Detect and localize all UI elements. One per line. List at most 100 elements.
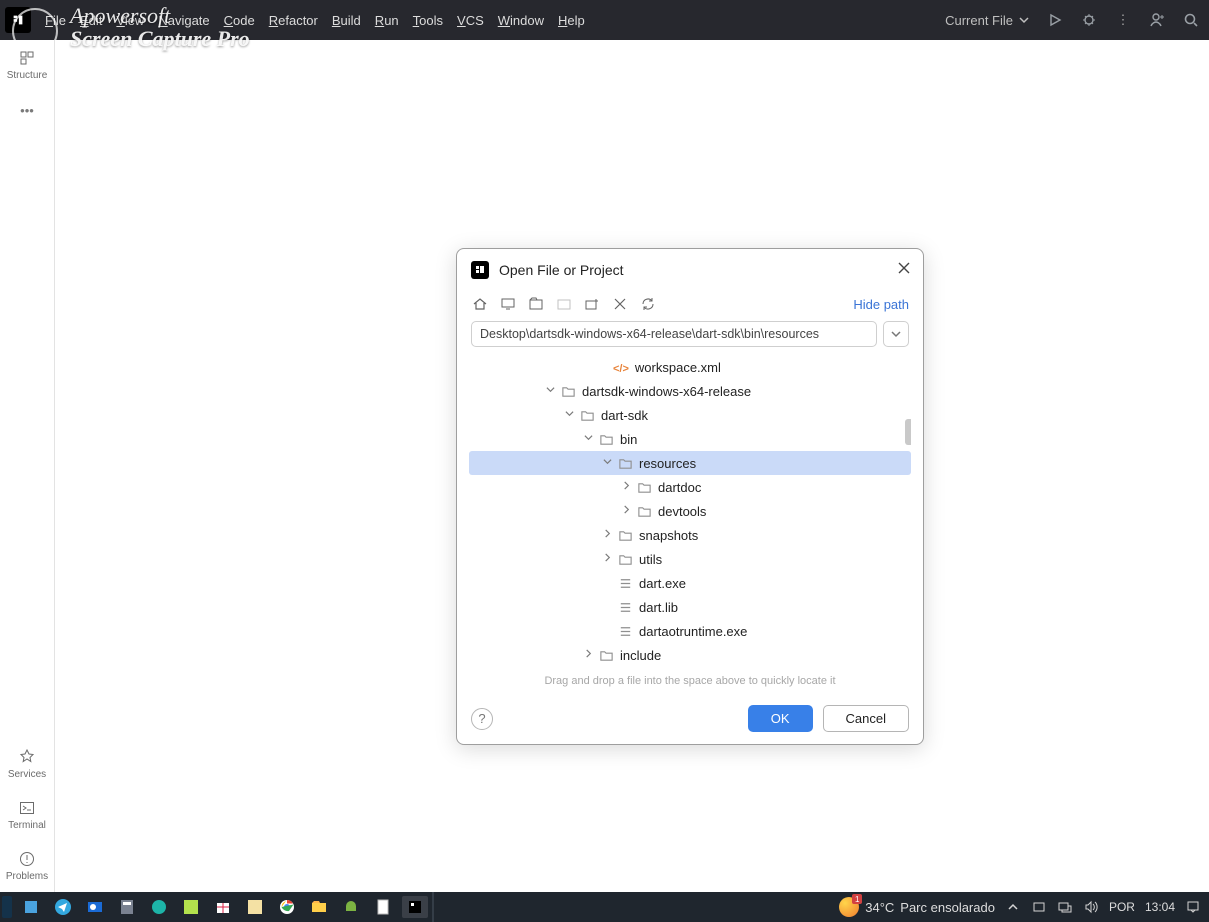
module-icon bbox=[555, 295, 573, 313]
tree-row-dart-lib[interactable]: dart.lib bbox=[469, 595, 911, 619]
project-icon[interactable] bbox=[527, 295, 545, 313]
menu-vcs[interactable]: VCS bbox=[457, 13, 484, 28]
taskbar-apps bbox=[0, 896, 428, 918]
menu-view[interactable]: View bbox=[116, 13, 144, 28]
file-tree[interactable]: </>workspace.xmldartsdk-windows-x64-rele… bbox=[469, 355, 911, 671]
tray-volume-icon[interactable] bbox=[1083, 899, 1099, 915]
tree-row-resources[interactable]: resources bbox=[469, 451, 911, 475]
taskbar-app-1[interactable] bbox=[18, 896, 44, 918]
tree-row-include[interactable]: include bbox=[469, 643, 911, 667]
search-icon[interactable] bbox=[1183, 12, 1199, 28]
tray-onedrive-icon[interactable] bbox=[1031, 899, 1047, 915]
tree-row-devtools[interactable]: devtools bbox=[469, 499, 911, 523]
taskbar-pycharm[interactable] bbox=[178, 896, 204, 918]
chevron-down-icon[interactable] bbox=[583, 433, 593, 445]
close-icon[interactable] bbox=[897, 261, 911, 278]
menu-run[interactable]: Run bbox=[375, 13, 399, 28]
tray-network-icon[interactable] bbox=[1057, 899, 1073, 915]
taskbar-android[interactable] bbox=[338, 896, 364, 918]
chevron-down-icon[interactable] bbox=[602, 457, 612, 469]
tray-lang[interactable]: POR bbox=[1109, 900, 1135, 914]
run-config-dropdown[interactable]: Current File bbox=[945, 13, 1029, 28]
cancel-button[interactable]: Cancel bbox=[823, 705, 909, 732]
structure-tool[interactable]: Structure bbox=[7, 40, 48, 91]
menu-navigate[interactable]: Navigate bbox=[158, 13, 209, 28]
taskbar-calc[interactable] bbox=[114, 896, 140, 918]
chevron-right-icon[interactable] bbox=[602, 529, 612, 541]
tree-row-dartsdk-windows-x64-release[interactable]: dartsdk-windows-x64-release bbox=[469, 379, 911, 403]
tree-row-dartdoc[interactable]: dartdoc bbox=[469, 475, 911, 499]
taskbar-explorer[interactable] bbox=[306, 896, 332, 918]
debug-icon[interactable] bbox=[1081, 12, 1097, 28]
taskbar-chrome[interactable] bbox=[274, 896, 300, 918]
app-tile-icon bbox=[5, 7, 31, 33]
menu-build[interactable]: Build bbox=[332, 13, 361, 28]
chevron-right-icon[interactable] bbox=[583, 649, 593, 661]
folder-icon bbox=[618, 552, 633, 567]
taskbar-intellij[interactable] bbox=[402, 896, 428, 918]
dialog-toolbar: Hide path bbox=[457, 291, 923, 321]
help-icon[interactable]: ? bbox=[471, 708, 493, 730]
delete-icon[interactable] bbox=[611, 295, 629, 313]
tree-row-dartaotruntime-exe[interactable]: dartaotruntime.exe bbox=[469, 619, 911, 643]
menu-help[interactable]: Help bbox=[558, 13, 585, 28]
weather-temp: 34°C bbox=[865, 900, 894, 915]
home-icon[interactable] bbox=[471, 295, 489, 313]
taskbar-edge[interactable] bbox=[146, 896, 172, 918]
path-input[interactable]: Desktop\dartsdk-windows-x64-release\dart… bbox=[471, 321, 877, 347]
start-button[interactable] bbox=[2, 896, 12, 918]
main-menu-bar: File Edit View Navigate Code Refactor Build Run… bbox=[0, 0, 1209, 40]
tree-row-workspace-xml[interactable]: </>workspace.xml bbox=[469, 355, 911, 379]
tray-expand-icon[interactable] bbox=[1005, 899, 1021, 915]
open-file-dialog: Open File or Project Hide path Desktop\d… bbox=[456, 248, 924, 745]
hide-path-link[interactable]: Hide path bbox=[853, 297, 909, 312]
services-tool[interactable]: Services bbox=[8, 739, 46, 790]
taskbar-tray: 1 34°C Parc ensolarado POR 13:04 bbox=[839, 897, 1209, 917]
chevron-right-icon[interactable] bbox=[621, 505, 631, 517]
menu-code[interactable]: Code bbox=[224, 13, 255, 28]
tree-label: resources bbox=[639, 456, 696, 471]
scrollbar-thumb[interactable] bbox=[905, 419, 911, 445]
tree-row-utils[interactable]: utils bbox=[469, 547, 911, 571]
new-folder-icon[interactable] bbox=[583, 295, 601, 313]
taskbar-app-gift[interactable] bbox=[210, 896, 236, 918]
tree-row-dart-sdk[interactable]: dart-sdk bbox=[469, 403, 911, 427]
chevron-right-icon[interactable] bbox=[621, 481, 631, 493]
tree-row-snapshots[interactable]: snapshots bbox=[469, 523, 911, 547]
taskbar-notepad[interactable] bbox=[370, 896, 396, 918]
tray-notifications-icon[interactable] bbox=[1185, 899, 1201, 915]
problems-tool[interactable]: Problems bbox=[6, 841, 48, 892]
weather-widget[interactable]: 1 34°C Parc ensolarado bbox=[839, 897, 995, 917]
menu-list: File Edit View Navigate Code Refactor Build Run… bbox=[45, 13, 585, 28]
menu-window[interactable]: Window bbox=[498, 13, 544, 28]
tree-label: bin bbox=[620, 432, 637, 447]
ok-button[interactable]: OK bbox=[748, 705, 813, 732]
chevron-down-icon[interactable] bbox=[564, 409, 574, 421]
drop-hint: Drag and drop a file into the space abov… bbox=[457, 675, 923, 687]
rail-more-icon[interactable]: ••• bbox=[20, 91, 34, 130]
menu-tools[interactable]: Tools bbox=[413, 13, 443, 28]
file-icon bbox=[618, 624, 633, 639]
tree-label: include bbox=[620, 648, 661, 663]
tree-row-dart-exe[interactable]: dart.exe bbox=[469, 571, 911, 595]
path-history-dropdown[interactable] bbox=[883, 321, 909, 347]
taskbar-app-misc[interactable] bbox=[242, 896, 268, 918]
folder-icon bbox=[618, 528, 633, 543]
tree-row-bin[interactable]: bin bbox=[469, 427, 911, 451]
chevron-right-icon[interactable] bbox=[602, 553, 612, 565]
file-icon bbox=[618, 576, 633, 591]
run-icon[interactable] bbox=[1047, 12, 1063, 28]
chevron-down-icon[interactable] bbox=[545, 385, 555, 397]
more-icon[interactable]: ⋮ bbox=[1115, 12, 1131, 28]
tray-clock[interactable]: 13:04 bbox=[1145, 900, 1175, 914]
menu-refactor[interactable]: Refactor bbox=[269, 13, 318, 28]
refresh-icon[interactable] bbox=[639, 295, 657, 313]
menu-file[interactable]: File bbox=[45, 13, 66, 28]
terminal-tool[interactable]: Terminal bbox=[8, 790, 46, 841]
account-icon[interactable] bbox=[1149, 12, 1165, 28]
desktop-icon[interactable] bbox=[499, 295, 517, 313]
taskbar-outlook[interactable] bbox=[82, 896, 108, 918]
taskbar-telegram[interactable] bbox=[50, 896, 76, 918]
weather-icon: 1 bbox=[839, 897, 859, 917]
menu-edit[interactable]: Edit bbox=[80, 13, 102, 28]
